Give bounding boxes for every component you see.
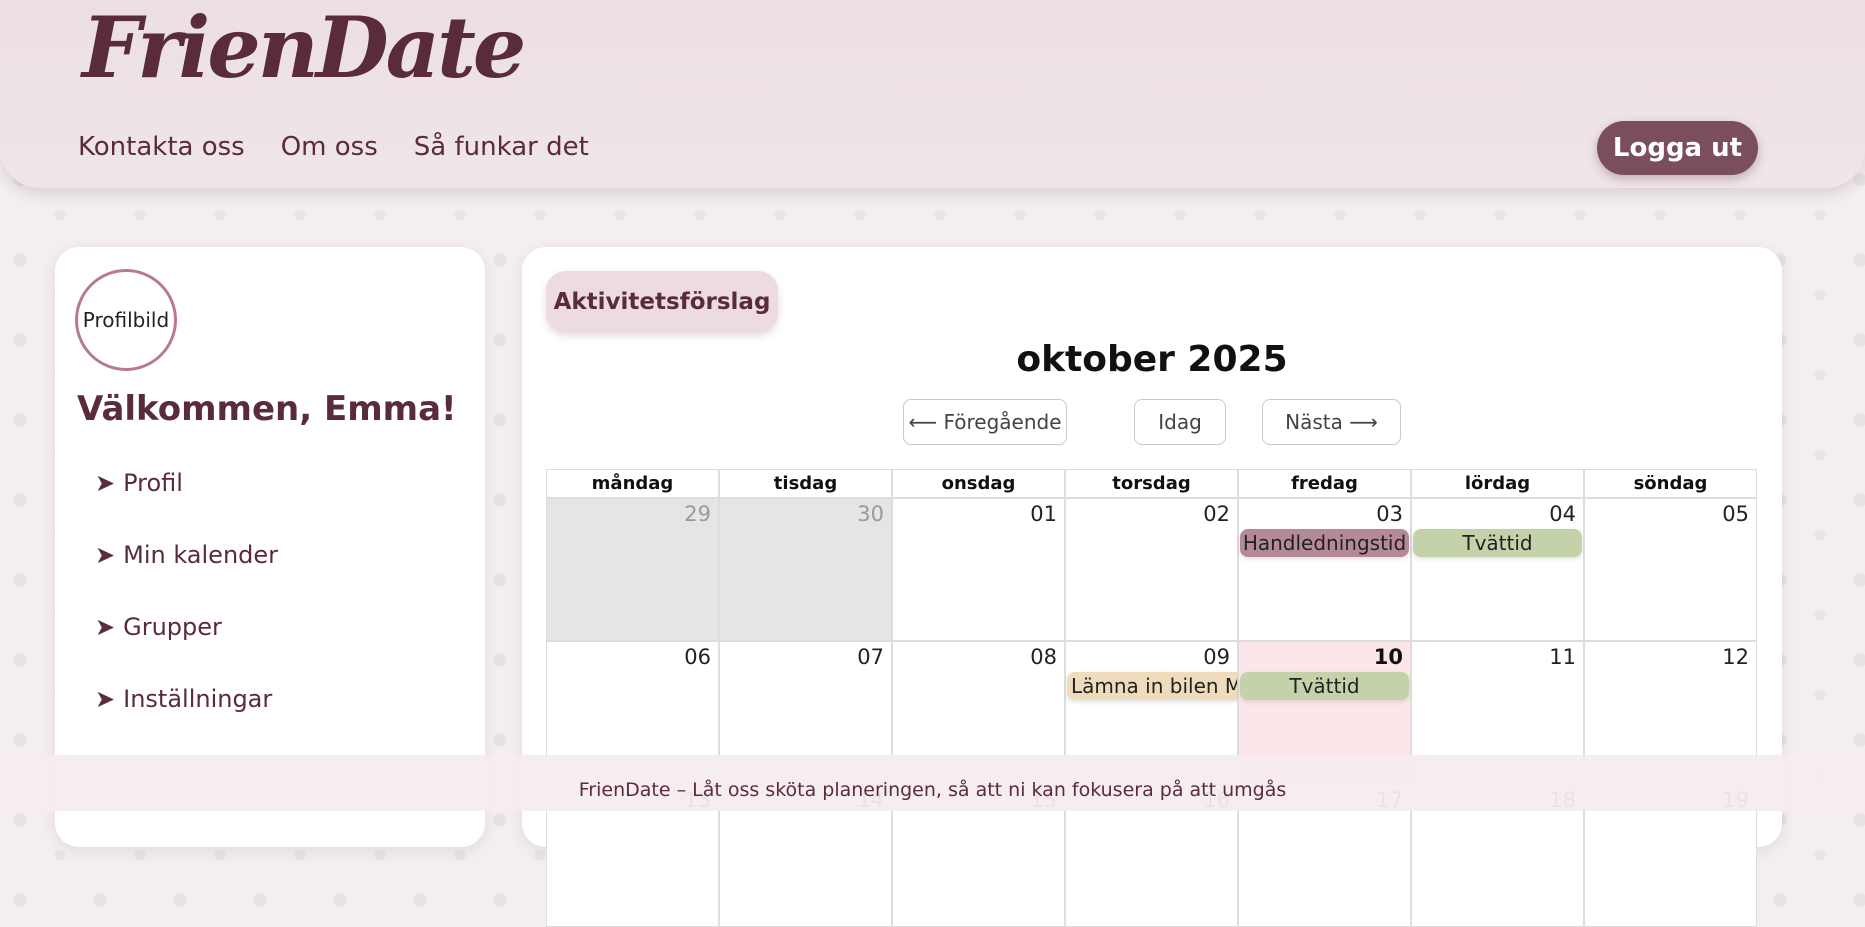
weekday-header: måndag tisdag onsdag torsdag fredag lörd… [546,469,1758,498]
day-number: 12 [1722,645,1749,669]
day-number: 09 [1203,645,1230,669]
calendar-grid: måndag tisdag onsdag torsdag fredag lörd… [546,469,1758,927]
day-cell[interactable]: 04 Tvättid [1411,498,1584,641]
calendar-event[interactable]: Handledningstid [1240,529,1409,557]
arrow-icon: ➤ [95,613,116,641]
day-number: 07 [857,645,884,669]
site-footer: FrienDate – Låt oss sköta planeringen, s… [0,755,1865,811]
arrow-icon: ➤ [95,541,116,569]
day-number: 05 [1722,502,1749,526]
day-number: 10 [1373,645,1403,669]
footer-text: FrienDate – Låt oss sköta planeringen, s… [578,779,1287,801]
sidebar-item-calendar[interactable]: ➤ Min kalender [95,541,278,613]
today-button[interactable]: Idag [1134,399,1226,445]
sidebar-item-settings[interactable]: ➤ Inställningar [95,685,278,757]
day-cell[interactable]: 02 [1065,498,1238,641]
nav-how-it-works[interactable]: Så funkar det [414,132,589,162]
calendar-event[interactable]: Lämna in bilen Me [1067,672,1237,700]
day-cell[interactable]: 01 [892,498,1065,641]
day-cell[interactable]: 03 Handledningstid [1238,498,1411,641]
day-cell[interactable]: 30 [719,498,892,641]
day-number: 30 [857,502,884,526]
site-header: FrienDate Kontakta oss Om oss Så funkar … [0,0,1865,188]
calendar-event[interactable]: Tvättid [1413,529,1582,557]
day-number: 02 [1203,502,1230,526]
sidebar-item-label: Min kalender [123,541,279,569]
weekday-label: fredag [1238,469,1411,498]
arrow-icon: ➤ [95,469,116,497]
nav-contact[interactable]: Kontakta oss [78,132,245,162]
day-number: 04 [1549,502,1576,526]
day-number: 06 [684,645,711,669]
week-row: 29 30 01 02 03 Handledningstid 04 Tvätti… [546,498,1758,641]
sidebar-item-label: Profil [123,469,183,497]
avatar[interactable]: Profilbild [75,269,177,371]
sidebar-item-label: Inställningar [123,685,273,713]
top-nav: Kontakta oss Om oss Så funkar det [78,132,589,162]
weekday-label: måndag [546,469,719,498]
weekday-label: torsdag [1065,469,1238,498]
arrow-icon: ➤ [95,685,116,713]
weekday-label: tisdag [719,469,892,498]
activity-suggestions-button[interactable]: Aktivitetsförslag [546,271,778,333]
day-number: 29 [684,502,711,526]
nav-about[interactable]: Om oss [281,132,378,162]
calendar-event[interactable]: Tvättid [1240,672,1409,700]
next-month-button[interactable]: Nästa ⟶ [1262,399,1401,445]
day-cell[interactable]: 05 [1584,498,1757,641]
sidebar-item-groups[interactable]: ➤ Grupper [95,613,278,685]
sidebar-menu: ➤ Profil ➤ Min kalender ➤ Grupper ➤ Inst… [95,469,278,757]
weekday-label: onsdag [892,469,1065,498]
day-cell[interactable]: 29 [546,498,719,641]
welcome-heading: Välkommen, Emma! [77,389,457,429]
weekday-label: lördag [1411,469,1584,498]
day-number: 03 [1376,502,1403,526]
weekday-label: söndag [1584,469,1757,498]
day-number: 11 [1549,645,1576,669]
month-title: oktober 2025 [1016,339,1288,380]
day-number: 01 [1030,502,1057,526]
logo[interactable]: FrienDate [82,0,526,97]
day-number: 08 [1030,645,1057,669]
sidebar-item-profile[interactable]: ➤ Profil [95,469,278,541]
sidebar-item-label: Grupper [123,613,222,641]
logout-button[interactable]: Logga ut [1597,121,1758,175]
prev-month-button[interactable]: ⟵ Föregående [903,399,1067,445]
